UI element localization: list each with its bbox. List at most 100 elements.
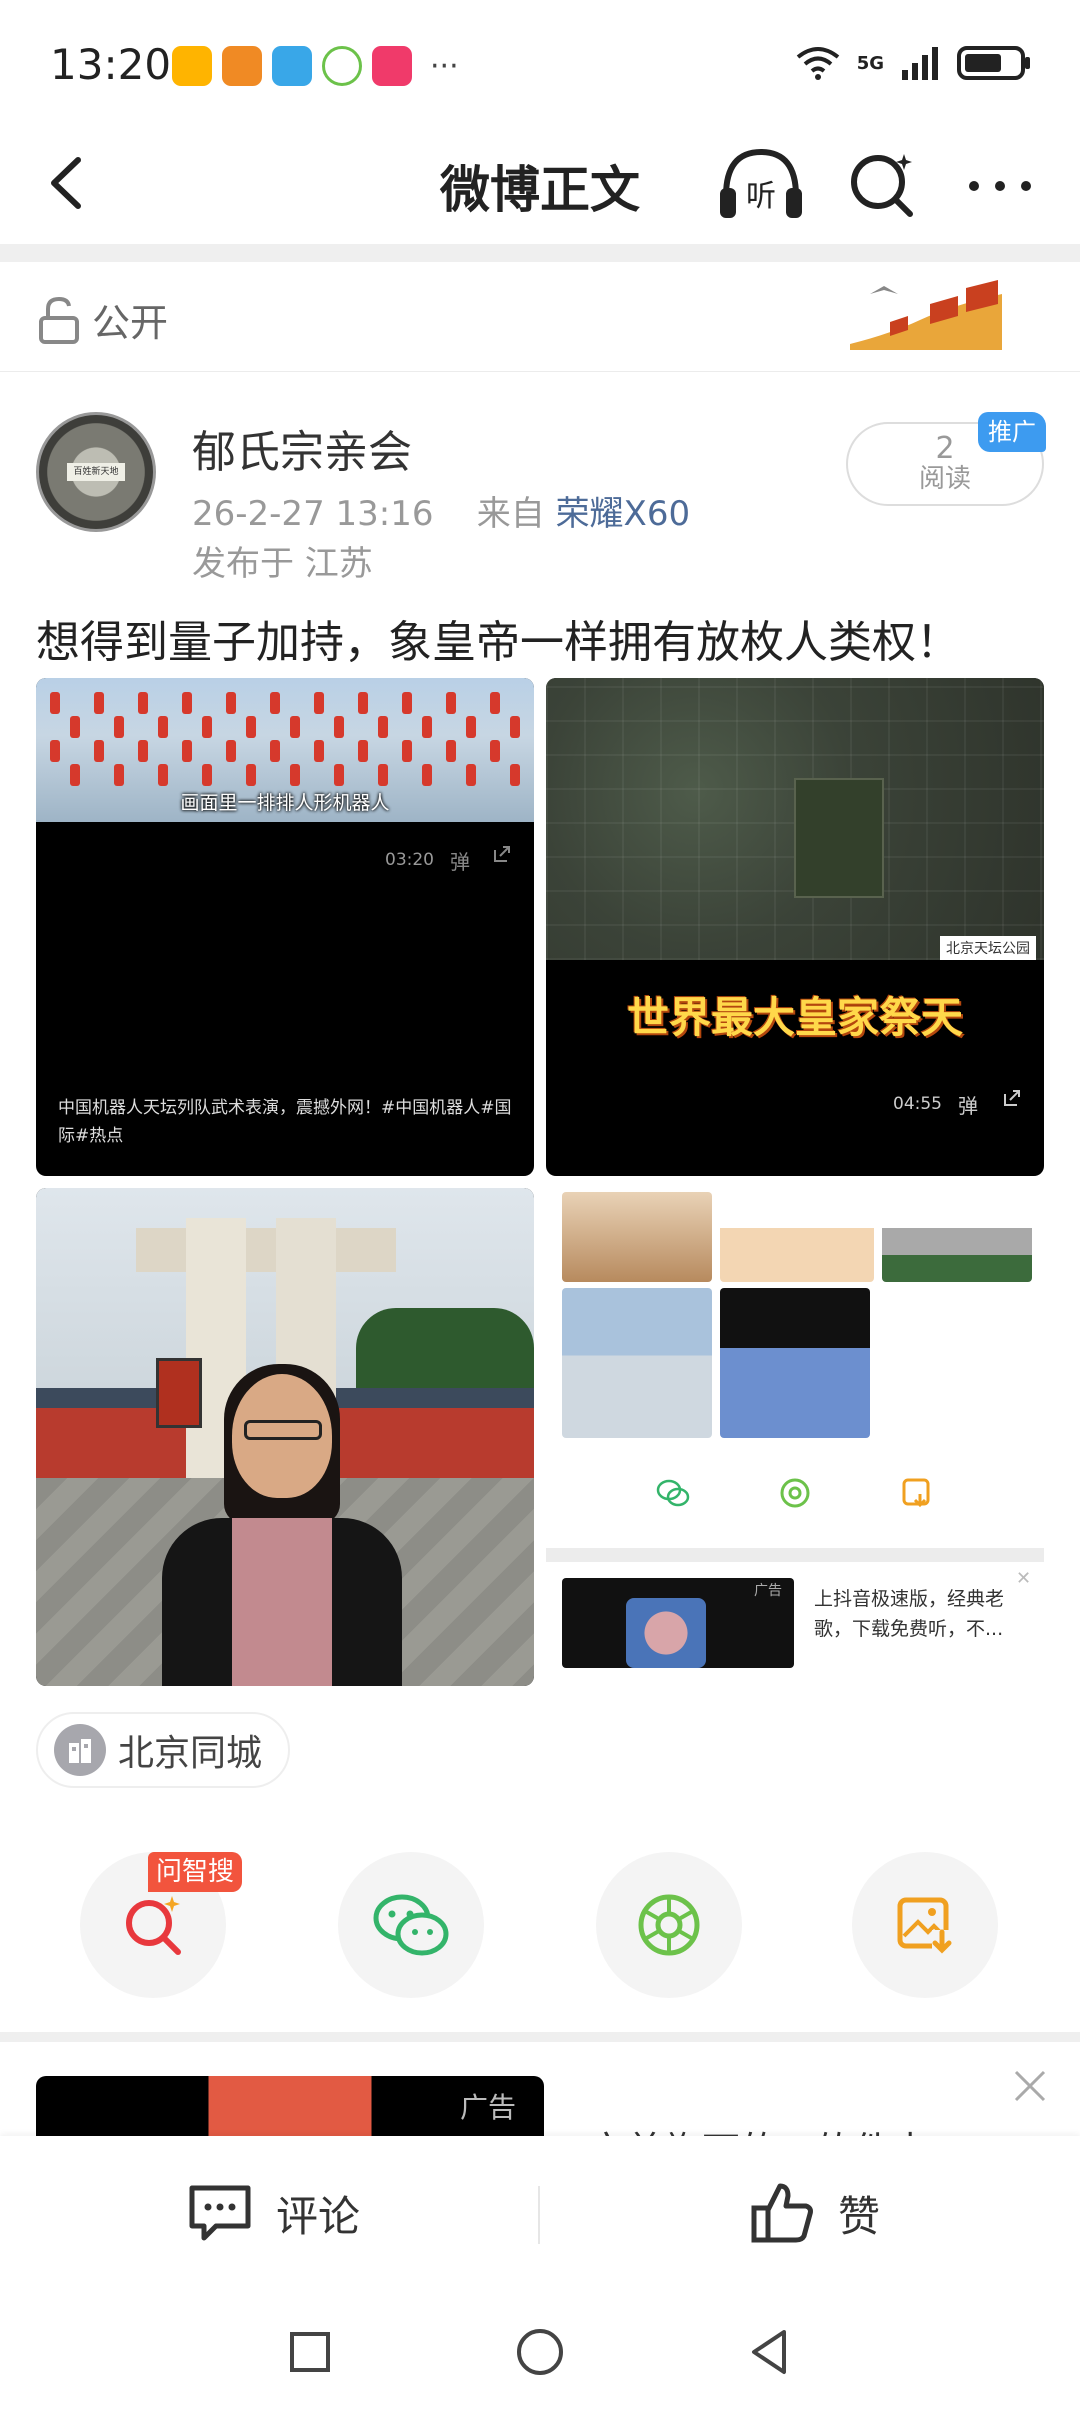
robot-figure xyxy=(446,740,456,762)
save-image-icon xyxy=(902,1478,930,1508)
robot-figure xyxy=(246,764,256,786)
screenshot-thumb xyxy=(882,1192,1032,1282)
robot-figure xyxy=(334,764,344,786)
recent-apps-icon[interactable] xyxy=(280,2322,340,2382)
robot-figure xyxy=(402,740,412,762)
robot-figure xyxy=(226,740,236,762)
video-description: 中国机器人天坛列队武术表演，震撼外网！#中国机器人#国际#热点 xyxy=(58,1098,512,1146)
screenshot-thumb xyxy=(720,1288,870,1438)
danmaku-icon: 弹 xyxy=(450,850,470,874)
listen-label: 听 xyxy=(746,179,776,214)
comment-button[interactable]: 评论 xyxy=(186,2182,360,2244)
danmaku-icon: 弹 xyxy=(958,1094,978,1118)
robot-figure xyxy=(202,764,212,786)
share-moments-button[interactable] xyxy=(596,1852,742,1998)
robot-figure xyxy=(202,716,212,738)
listen-headphones-icon[interactable]: 听 xyxy=(716,144,806,224)
status-time: 13:20 xyxy=(50,40,172,89)
more-notifications-icon: ··· xyxy=(430,48,459,84)
ask-search-badge: 问智搜 xyxy=(148,1852,243,1892)
china-mobile-icon xyxy=(322,46,362,86)
robot-figure xyxy=(70,716,80,738)
more-options-icon[interactable] xyxy=(960,156,1040,216)
robot-figure xyxy=(158,716,168,738)
system-navigation-bar xyxy=(0,2294,1080,2412)
device-link[interactable]: 荣耀X60 xyxy=(556,494,691,534)
wechat-icon xyxy=(656,1479,690,1507)
save-image-icon xyxy=(897,1897,954,1954)
share-wechat-button[interactable] xyxy=(338,1852,484,1998)
search-icon[interactable] xyxy=(846,148,918,220)
screenshot-thumb xyxy=(562,1192,712,1282)
comment-label: 评论 xyxy=(276,2191,361,2241)
screenshot-thumb xyxy=(720,1192,874,1282)
video-subtitle: 画面里一排排人形机器人 xyxy=(180,792,390,814)
close-icon[interactable] xyxy=(1010,2066,1050,2106)
ad-text: 上抖音极速版，经典老歌，下载免费听，不... xyxy=(814,1588,1005,1640)
author-name[interactable]: 郁氏宗亲会 xyxy=(192,416,412,480)
post-location: 发布于 江苏 xyxy=(192,544,373,584)
robot-figure xyxy=(334,716,344,738)
presenter-shirt xyxy=(232,1518,332,1686)
system-back-icon[interactable] xyxy=(740,2322,800,2382)
section-divider xyxy=(0,244,1080,262)
ai-search-icon xyxy=(126,1896,181,1955)
great-wall-decoration-icon xyxy=(850,280,1002,350)
robot-figure xyxy=(138,740,148,762)
location-chip-label: 北京同城 xyxy=(118,1733,263,1774)
like-button[interactable]: 赞 xyxy=(750,2180,880,2246)
robot-figure xyxy=(510,764,520,786)
bottom-bar-divider xyxy=(538,2186,540,2244)
map-place-label: 北京天坛公园 xyxy=(940,936,1036,960)
weibo-app-icon xyxy=(172,46,212,86)
share-icon xyxy=(1004,1090,1020,1106)
wechat-icon xyxy=(373,1894,449,1956)
author-avatar[interactable]: 百姓新天地 xyxy=(36,412,156,532)
promote-badge[interactable]: 推广 xyxy=(978,412,1046,452)
avatar-text: 百姓新天地 xyxy=(67,463,125,481)
moments-icon xyxy=(638,1894,700,1956)
robot-figure xyxy=(466,764,476,786)
via-prefix: 来自 xyxy=(476,494,545,534)
robot-figure xyxy=(270,740,280,762)
post-time: 26-2-27 13:16 xyxy=(192,494,434,534)
top-nav-bar: 微博正文 听 xyxy=(0,130,1080,242)
status-right: 5G xyxy=(795,44,1032,82)
wifi-icon xyxy=(796,47,839,80)
robot-figure xyxy=(226,692,236,714)
robot-figure xyxy=(70,764,80,786)
book-app-icon xyxy=(272,46,312,86)
robot-figure xyxy=(94,740,104,762)
ad-card-tag: 广告 xyxy=(460,2091,517,2124)
bottom-action-bar: 评论 赞 xyxy=(0,2136,1080,2294)
robot-figure xyxy=(114,764,124,786)
robot-figure xyxy=(402,692,412,714)
network-type: 5G xyxy=(856,52,884,74)
save-image-button[interactable] xyxy=(852,1852,998,1998)
post-image-presenter-photo[interactable] xyxy=(36,1188,534,1686)
robot-figure xyxy=(422,764,432,786)
post-image-robots-video[interactable]: 画面里一排排人形机器人 03:20 弹 中国机器人天坛列队武术表演，震撼外网！#… xyxy=(36,678,534,1176)
read-label: 阅读 xyxy=(918,464,971,494)
robot-figure xyxy=(138,692,148,714)
robot-figure xyxy=(182,740,192,762)
post-image-aerial-video[interactable]: 北京天坛公园 世界最大皇家祭天 04:55 弹 xyxy=(546,678,1044,1176)
robot-figure xyxy=(158,764,168,786)
post-text: 想得到量子加持，象皇帝一样拥有放枚人类权！ xyxy=(36,617,960,668)
robot-figure xyxy=(246,716,256,738)
signal-icon xyxy=(902,47,938,80)
robot-figure xyxy=(50,740,60,762)
post-image-screenshot[interactable]: 广告 上抖音极速版，经典老歌，下载免费听，不... ✕ xyxy=(546,1188,1044,1686)
stone-gate-beam xyxy=(136,1228,396,1272)
video-duration: 03:20 xyxy=(385,850,434,870)
location-chip[interactable]: 北京同城 xyxy=(36,1712,291,1788)
screenshot-thumb xyxy=(562,1288,712,1438)
close-icon: ✕ xyxy=(1016,1568,1032,1589)
robot-figure xyxy=(358,692,368,714)
home-icon[interactable] xyxy=(510,2322,570,2382)
video-title-caption: 世界最大皇家祭天 xyxy=(626,993,963,1042)
share-icon xyxy=(494,846,510,862)
video-duration: 04:55 xyxy=(893,1094,942,1114)
robot-figure xyxy=(378,764,388,786)
ad-card-title[interactable]: 完美旗下的AI软件未 xyxy=(588,2120,1008,2136)
